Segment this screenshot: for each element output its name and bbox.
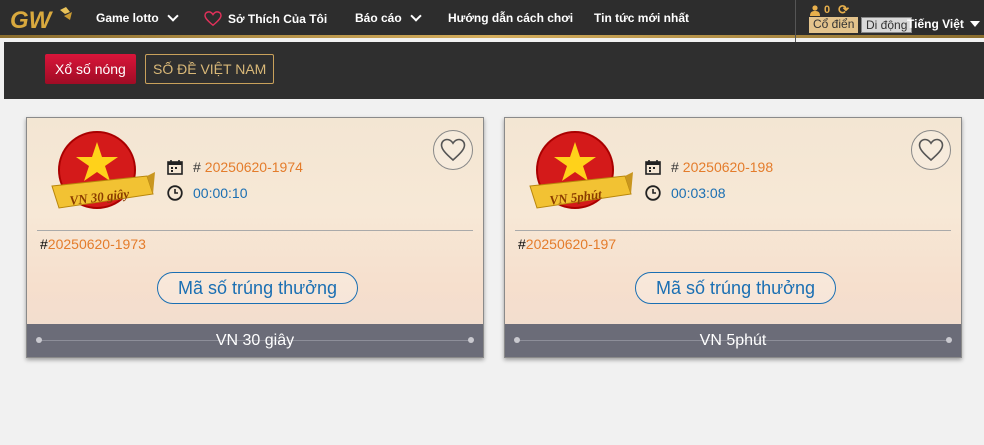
- nav-favorites[interactable]: Sở Thích Của Tôi: [204, 11, 327, 27]
- nav-reports-label: Báo cáo: [355, 11, 402, 25]
- calendar-icon: [167, 160, 183, 175]
- footer-dot: [36, 337, 42, 343]
- previous-issue-row: #20250620-197: [518, 236, 616, 252]
- card-divider: [515, 230, 951, 231]
- countdown-timer: 00:00:10: [193, 185, 248, 201]
- previous-issue-number: 20250620-197: [525, 236, 617, 252]
- caret-down-icon: [969, 21, 980, 27]
- footer-dot: [514, 337, 520, 343]
- current-issue-row: # 20250620-198: [645, 159, 773, 175]
- nav-favorites-label: Sở Thích Của Tôi: [228, 12, 328, 26]
- game-title: VN 5phút: [699, 332, 767, 349]
- game-card-vn30[interactable]: VN 30 giây # 20250620-1974 00:00:10 #202…: [26, 117, 484, 358]
- heart-icon: [204, 11, 222, 27]
- favorite-heart-icon: [440, 138, 466, 162]
- mobile-mode-button[interactable]: Di động: [861, 17, 913, 33]
- vietnam-flag-badge-icon: VN 30 giây: [51, 131, 155, 209]
- nav-guide-label: Hướng dẫn cách chơi: [448, 11, 574, 25]
- clock-icon: [645, 185, 661, 201]
- nav-game-lotto[interactable]: Game lotto: [96, 10, 179, 25]
- nav-reports[interactable]: Báo cáo: [355, 10, 422, 25]
- hash-symbol: #: [193, 159, 201, 175]
- hash-symbol: #: [40, 236, 48, 252]
- nav-guide[interactable]: Hướng dẫn cách chơi: [448, 11, 573, 25]
- winning-numbers-button[interactable]: Mã số trúng thưởng: [635, 272, 836, 304]
- balance-row: 0 ⟳: [810, 2, 849, 18]
- so-de-vietnam-button[interactable]: SỐ ĐỀ VIỆT NAM: [145, 54, 275, 84]
- current-issue-number: 20250620-1974: [204, 159, 303, 175]
- card-footer: VN 5phút: [505, 324, 961, 357]
- hot-lottery-button[interactable]: Xổ số nóng: [45, 54, 136, 84]
- countdown-row: 00:03:08: [645, 185, 726, 201]
- favorite-button[interactable]: [433, 130, 473, 170]
- hash-symbol: #: [671, 159, 679, 175]
- vietnam-flag-badge-icon: VN 5phút: [529, 131, 633, 209]
- card-footer: VN 30 giây: [27, 324, 483, 357]
- calendar-icon: [645, 160, 661, 175]
- previous-issue-row: #20250620-1973: [40, 236, 146, 252]
- countdown-row: 00:00:10: [167, 185, 248, 201]
- category-bar: Xổ số nóng SỐ ĐỀ VIỆT NAM: [4, 42, 984, 99]
- footer-dot: [946, 337, 952, 343]
- svg-text:GW: GW: [10, 7, 54, 32]
- language-selector[interactable]: Tiếng Việt: [907, 17, 980, 31]
- classic-mode-button[interactable]: Cổ điển: [809, 17, 859, 33]
- card-divider: [37, 230, 473, 231]
- current-issue-number: 20250620-198: [682, 159, 774, 175]
- game-title: VN 30 giây: [215, 332, 295, 349]
- winning-numbers-button[interactable]: Mã số trúng thưởng: [157, 272, 358, 304]
- previous-issue-number: 20250620-1973: [47, 236, 146, 252]
- current-issue-row: # 20250620-1974: [167, 159, 303, 175]
- chevron-down-icon: [410, 10, 422, 22]
- favorite-heart-icon: [918, 138, 944, 162]
- balance-value: 0: [824, 4, 831, 16]
- nav-news[interactable]: Tin tức mới nhất: [594, 11, 689, 25]
- game-card-vn5[interactable]: VN 5phút # 20250620-198 00:03:08 #202506…: [504, 117, 962, 358]
- language-label: Tiếng Việt: [907, 17, 964, 31]
- user-icon: [810, 4, 820, 16]
- countdown-timer: 00:03:08: [671, 185, 726, 201]
- favorite-button[interactable]: [911, 130, 951, 170]
- hash-symbol: #: [518, 236, 526, 252]
- account-panel: 0 ⟳ Cổ điển Di động Tiếng Việt: [795, 0, 984, 42]
- gw-logo[interactable]: GW: [10, 6, 76, 32]
- nav-game-lotto-label: Game lotto: [96, 11, 159, 25]
- footer-dot: [468, 337, 474, 343]
- refresh-icon[interactable]: ⟳: [838, 2, 849, 18]
- nav-news-label: Tin tức mới nhất: [594, 11, 690, 25]
- clock-icon: [167, 185, 183, 201]
- chevron-down-icon: [167, 10, 179, 22]
